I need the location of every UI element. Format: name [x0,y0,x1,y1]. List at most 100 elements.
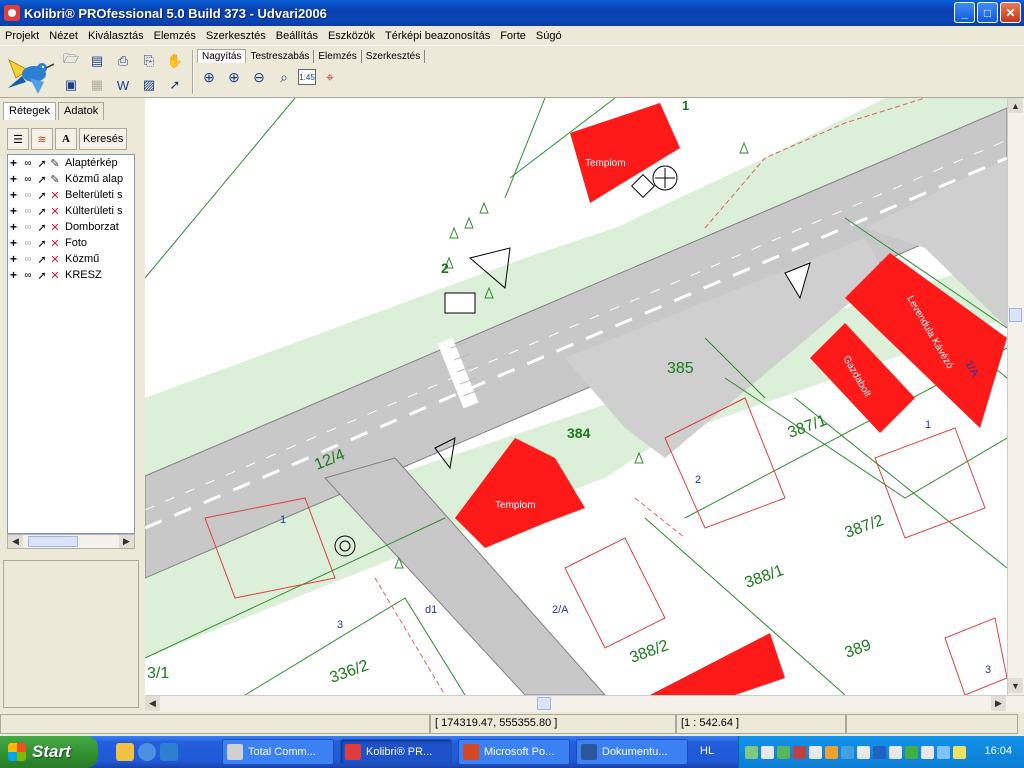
menu-elemzes[interactable]: Elemzés [149,30,201,42]
layer-row[interactable]: + ∞ ➚ ✕ Belterületi s [8,187,134,203]
tray-display-icon[interactable] [937,745,950,759]
zoom-extent-icon[interactable]: ⊕ [198,66,220,88]
tray-network-icon[interactable] [745,745,758,759]
tray-update-icon[interactable] [905,745,918,759]
tray-settings-icon[interactable] [921,745,934,759]
select-arrow-icon[interactable]: ➚ [164,74,186,96]
close-button[interactable]: ✕ [1000,2,1021,23]
edit-pen-icon[interactable]: ✎ [48,173,62,186]
menu-projekt[interactable]: Projekt [0,30,44,42]
scroll-right-icon[interactable]: ▶ [119,535,134,548]
export-image-icon[interactable]: ▨ [138,74,160,96]
menu-terkepi-beazonositas[interactable]: Térképi beazonosítás [380,30,495,42]
scroll-left-icon[interactable]: ◀ [8,535,23,548]
expand-icon[interactable]: + [10,252,20,266]
media-icon[interactable] [138,743,156,761]
zoom-scale-button[interactable]: 1:45 [298,69,316,85]
menu-eszkozok[interactable]: Eszközök [323,30,380,42]
menu-nezet[interactable]: Nézet [44,30,83,42]
eye-visible-icon[interactable]: ∞ [20,158,36,169]
tab-testreszabas[interactable]: Testreszabás [246,50,315,63]
menu-sugo[interactable]: Súgó [531,30,567,42]
edit-disabled-icon[interactable]: ✕ [48,221,62,234]
building-south-east[interactable] [650,633,785,695]
layer-row[interactable]: + ∞ ➚ ✕ KRESZ [8,267,134,283]
label-icon[interactable]: A [55,128,77,150]
tray-sync-icon[interactable] [841,745,854,759]
eye-hidden-icon[interactable]: ∞ [20,190,36,201]
layer-row[interactable]: + ∞ ➚ ✕ Közmű [8,251,134,267]
print-preview-icon[interactable]: ⎘ [138,50,160,72]
menu-kivalasztas[interactable]: Kiválasztás [83,30,149,42]
expand-icon[interactable]: + [10,220,20,234]
scroll-down-icon[interactable]: ▼ [1008,678,1023,693]
select-cursor-icon[interactable]: ➚ [36,189,48,202]
scroll-thumb[interactable] [28,536,78,547]
layer-list-scrollbar[interactable]: ◀ ▶ [7,534,135,549]
layer-row[interactable]: + ∞ ➚ ✕ Külterületi s [8,203,134,219]
open-icon[interactable]: 🗁 [60,50,82,72]
tray-tool-icon[interactable] [889,745,902,759]
layers-icon[interactable]: ▤ [86,50,108,72]
edit-disabled-icon[interactable]: ✕ [48,189,62,202]
search-button[interactable]: Keresés [79,128,128,150]
print-icon[interactable]: ⎙ [112,50,134,72]
browser-icon[interactable] [160,743,178,761]
pan-hand-icon[interactable]: ✋ [164,50,186,72]
save-icon[interactable]: ▣ [60,74,82,96]
tab-nagyitas[interactable]: Nagyítás [197,49,247,63]
expand-icon[interactable]: + [10,236,20,250]
layer-row[interactable]: + ∞ ➚ ✕ Domborzat [8,219,134,235]
menu-szerkesztes[interactable]: Szerkesztés [201,30,271,42]
map-horizontal-scrollbar[interactable]: ◀ ▶ [145,695,1024,712]
building-templom-north[interactable] [570,103,680,203]
task-total-commander[interactable]: Total Comm... [222,739,334,765]
zoom-selection-icon[interactable]: ⌖ [319,66,341,88]
select-cursor-icon[interactable]: ➚ [36,253,48,266]
vertical-scroll-thumb[interactable] [1009,308,1022,322]
edit-disabled-icon[interactable]: ✕ [48,205,62,218]
tab-adatok[interactable]: Adatok [57,102,105,120]
word-export-icon[interactable]: W [112,74,134,96]
select-cursor-icon[interactable]: ➚ [36,173,48,186]
zoom-window-icon[interactable]: ⌕ [273,66,295,88]
task-powerpoint[interactable]: Microsoft Po... [458,739,570,765]
menu-forte[interactable]: Forte [495,30,531,42]
desktop-icon[interactable] [116,743,134,761]
edit-disabled-icon[interactable]: ✕ [48,253,62,266]
tray-sound-icon[interactable] [825,745,838,759]
maximize-button[interactable]: □ [977,2,998,23]
layer-row[interactable]: + ∞ ➚ ✎ Közmű alap [8,171,134,187]
expand-icon[interactable]: + [10,204,20,218]
minimize-button[interactable]: _ [954,2,975,23]
eye-visible-icon[interactable]: ∞ [20,174,36,185]
task-kolibri[interactable]: Kolibri® PR... [340,739,452,765]
scroll-up-icon[interactable]: ▲ [1008,98,1023,113]
tab-retegek[interactable]: Rétegek [3,102,56,120]
horizontal-scroll-thumb[interactable] [537,697,551,710]
layer-style-icon[interactable]: ≋ [31,128,53,150]
map-canvas[interactable]: 1 2 385 384 12/4 387/1 387/2 388/1 388/2… [145,98,1007,695]
map-svg[interactable]: 1 2 385 384 12/4 387/1 387/2 388/1 388/2… [145,98,1007,695]
select-cursor-icon[interactable]: ➚ [36,157,48,170]
eye-hidden-icon[interactable]: ∞ [20,206,36,217]
edit-pen-icon[interactable]: ✎ [48,157,62,170]
select-cursor-icon[interactable]: ➚ [36,269,48,282]
select-cursor-icon[interactable]: ➚ [36,221,48,234]
edit-disabled-icon[interactable]: ✕ [48,269,62,282]
table-icon[interactable]: ▦ [86,74,108,96]
task-document[interactable]: Dokumentu... [576,739,688,765]
menu-beallitas[interactable]: Beállítás [271,30,323,42]
expand-icon[interactable]: + [10,268,20,282]
edit-disabled-icon[interactable]: ✕ [48,237,62,250]
layer-tree-icon[interactable]: ☰ [7,128,29,150]
tray-misc-icon[interactable] [953,745,966,759]
layer-row[interactable]: + ∞ ➚ ✕ Foto [8,235,134,251]
language-indicator[interactable]: HL [700,745,714,757]
tray-device-icon[interactable] [809,745,822,759]
eye-hidden-icon[interactable]: ∞ [20,238,36,249]
select-cursor-icon[interactable]: ➚ [36,205,48,218]
eye-hidden-icon[interactable]: ∞ [20,222,36,233]
eye-hidden-icon[interactable]: ∞ [20,254,36,265]
tray-shield-icon[interactable] [777,745,790,759]
